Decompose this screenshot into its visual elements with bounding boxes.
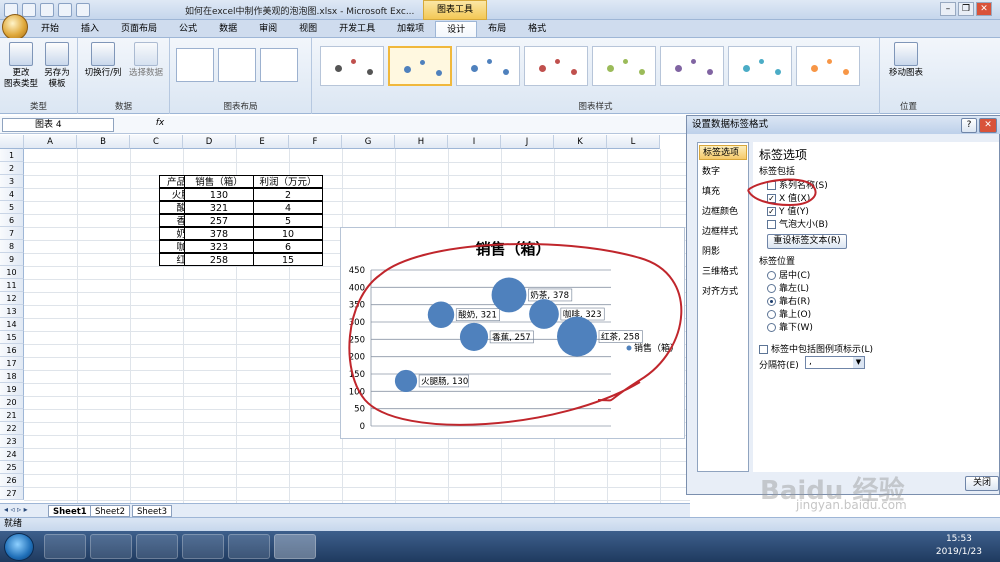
watermark-url: jingyan.baidu.com <box>796 498 907 512</box>
red-circle-annotation <box>348 242 683 426</box>
red-oval-annotation <box>747 178 817 207</box>
